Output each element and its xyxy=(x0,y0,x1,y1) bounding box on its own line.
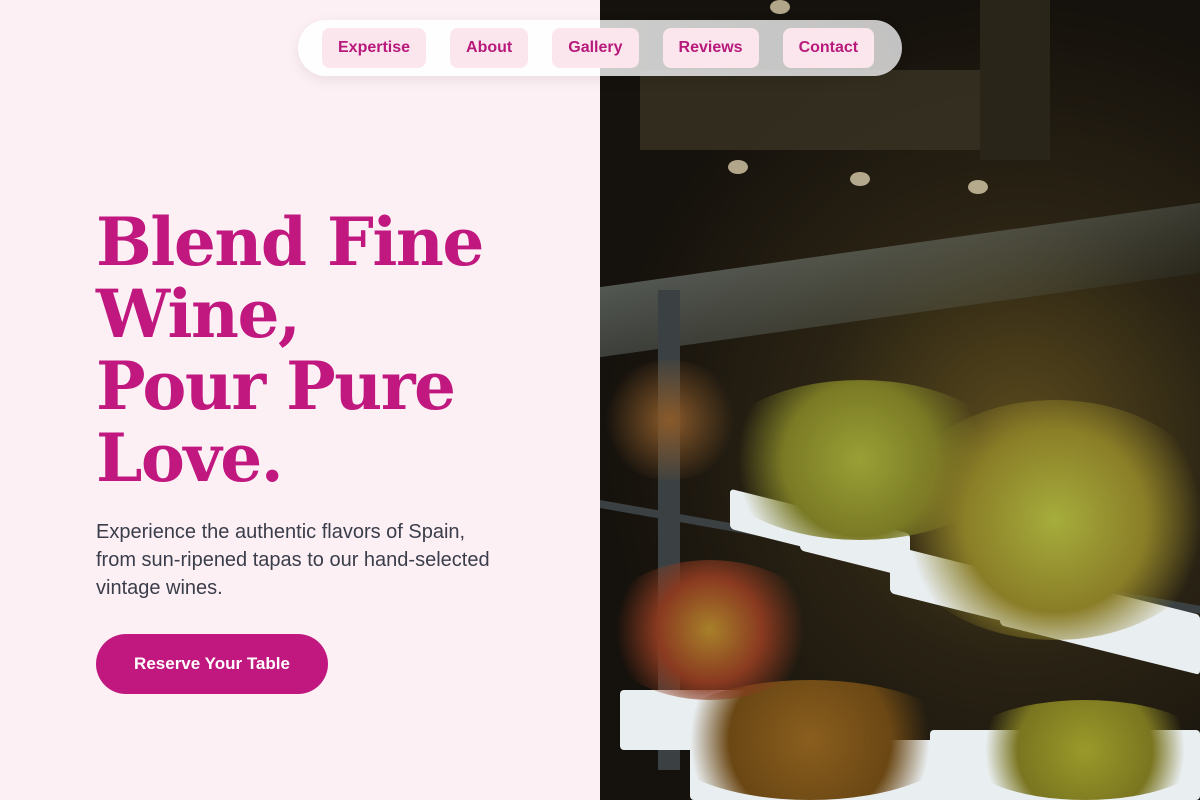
hero-photo xyxy=(600,0,1200,800)
display-glass xyxy=(600,202,1200,358)
shop-sign xyxy=(980,0,1050,160)
nav-link-contact[interactable]: Contact xyxy=(782,28,875,68)
olive-cluster xyxy=(600,560,820,700)
hero-headline: Blend Fine Wine, Pour Pure Love. xyxy=(96,206,576,494)
headline-line: Love. xyxy=(96,419,284,497)
nav-link-reviews[interactable]: Reviews xyxy=(662,28,759,68)
olive-cluster xyxy=(890,400,1200,640)
olive-cluster xyxy=(600,360,740,480)
hero-subtitle: Experience the authentic flavors of Spai… xyxy=(96,521,490,599)
ceiling-light xyxy=(770,0,790,14)
shop-sign xyxy=(640,70,980,150)
nav-link-gallery[interactable]: Gallery xyxy=(552,28,639,68)
ceiling-light xyxy=(850,172,870,186)
nav-link-expertise[interactable]: Expertise xyxy=(322,28,427,68)
hero-left-panel: Blend Fine Wine, Pour Pure Love. Experie… xyxy=(0,0,600,800)
reserve-table-button[interactable]: Reserve Your Table xyxy=(96,634,328,694)
headline-line: Pour Pure xyxy=(96,347,456,425)
olive-cluster xyxy=(960,700,1200,800)
top-navigation: Expertise About Gallery Reviews Contact xyxy=(298,20,902,76)
headline-line: Blend Fine xyxy=(96,203,484,281)
headline-line: Wine, xyxy=(96,275,301,353)
nav-link-about[interactable]: About xyxy=(450,28,529,68)
ceiling-light xyxy=(968,180,988,194)
ceiling-light xyxy=(728,160,748,174)
